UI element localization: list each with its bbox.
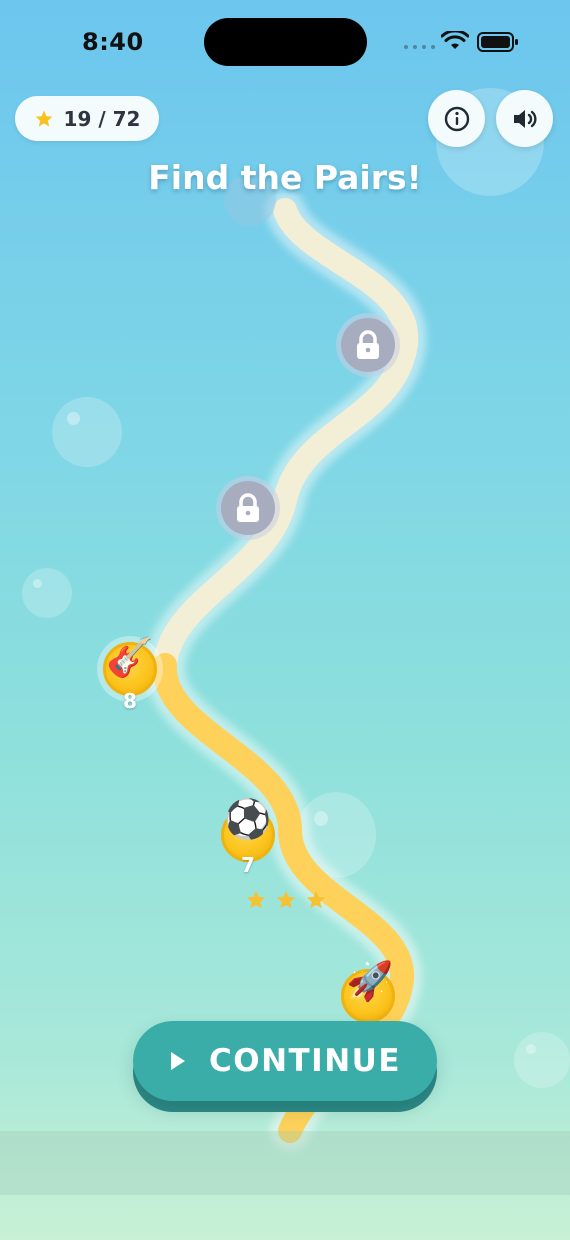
status-time: 8:40 bbox=[82, 28, 144, 56]
continue-button[interactable]: CONTINUE bbox=[133, 1021, 437, 1101]
locked-level-node[interactable] bbox=[341, 318, 395, 372]
speaker-icon bbox=[513, 109, 536, 128]
battery-icon bbox=[477, 32, 518, 52]
wifi-icon bbox=[441, 31, 469, 49]
locked-level-node[interactable] bbox=[221, 481, 275, 535]
lock-icon bbox=[237, 493, 259, 522]
info-icon bbox=[444, 106, 469, 131]
sound-button[interactable] bbox=[496, 90, 553, 147]
soccer-ball-icon: ⚽ bbox=[224, 797, 272, 841]
rocket-icon: 🚀 bbox=[346, 959, 394, 1003]
guitar-icon: 🎸 bbox=[106, 635, 154, 679]
lock-icon bbox=[357, 330, 379, 359]
dynamic-island bbox=[204, 18, 367, 66]
level-number: 7 bbox=[241, 853, 255, 877]
stars-counter: 19 / 72 bbox=[15, 96, 159, 141]
star-icon bbox=[246, 890, 266, 909]
page-title: Find the Pairs! bbox=[148, 158, 422, 197]
cellular-signal-icon bbox=[404, 45, 435, 49]
continue-label: CONTINUE bbox=[208, 1043, 402, 1079]
info-button[interactable] bbox=[428, 90, 485, 147]
level-stars bbox=[245, 889, 327, 911]
star-icon bbox=[276, 890, 296, 909]
stars-count: 19 / 72 bbox=[63, 106, 141, 131]
level-number: 8 bbox=[123, 689, 137, 713]
bottom-fade bbox=[0, 1131, 570, 1195]
star-icon bbox=[306, 890, 326, 909]
play-icon bbox=[170, 1052, 185, 1070]
star-icon bbox=[35, 110, 52, 126]
